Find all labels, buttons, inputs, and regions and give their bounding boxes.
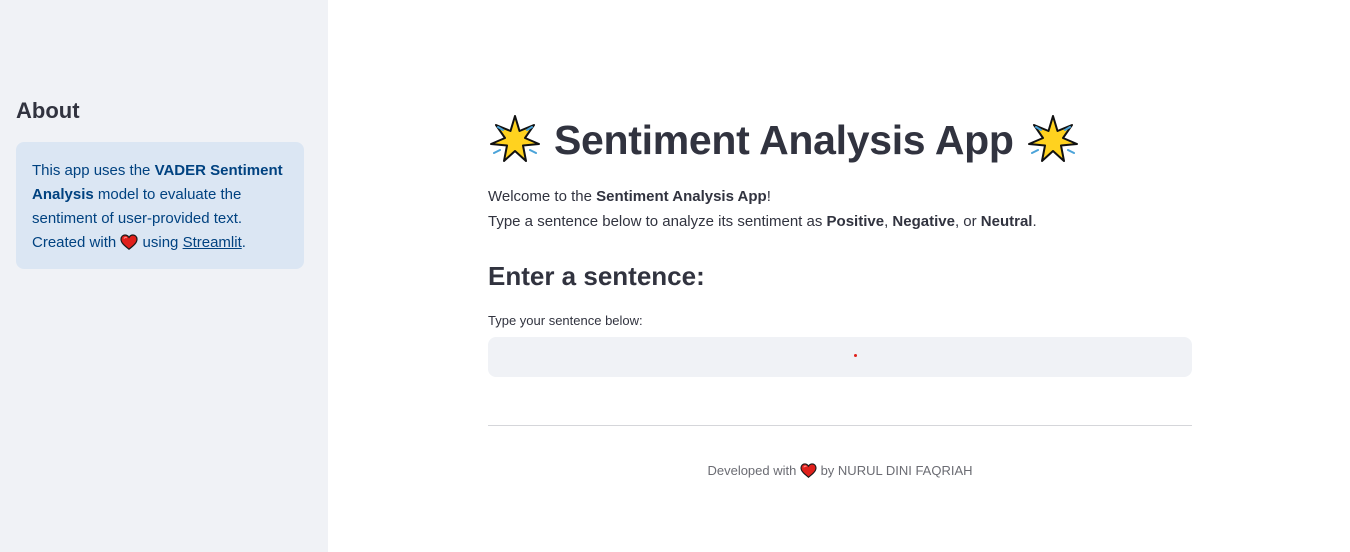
sidebar-title: About — [16, 98, 80, 123]
intro-line-welcome: Welcome to the Sentiment Analysis App! — [488, 184, 1192, 209]
sidebar: About This app uses the VADER Sentiment … — [0, 0, 328, 552]
page-title: Sentiment Analysis App — [554, 116, 1014, 163]
heart-icon — [120, 234, 138, 258]
info-text: using — [138, 234, 183, 251]
label-positive: Positive — [826, 213, 885, 230]
intro-text-part: ! — [766, 188, 771, 205]
intro-text-part: Welcome to the — [488, 188, 597, 205]
info-text: This app uses the — [32, 162, 155, 179]
sentence-input[interactable] — [488, 337, 1192, 377]
intro-text-part: , or — [954, 213, 981, 230]
intro-text-part: . — [1032, 213, 1037, 230]
about-info-box: This app uses the VADER Sentiment Analys… — [16, 142, 304, 269]
loading-indicator-dot — [854, 354, 857, 357]
label-neutral: Neutral — [980, 213, 1033, 230]
footer-credit: by NURUL DINI FAQRIAH — [816, 463, 973, 478]
info-text: . — [241, 234, 246, 251]
title-row: Sentiment Analysis App — [488, 112, 1080, 168]
intro-line-instructions: Type a sentence below to analyze its sen… — [488, 209, 1192, 234]
intro-text-part: Type a sentence below to analyze its sen… — [488, 213, 827, 230]
sentence-input-label: Type your sentence below: — [488, 313, 643, 328]
footer: Developed with by NURUL DINI FAQRIAH — [488, 462, 1192, 483]
streamlit-link[interactable]: Streamlit — [183, 234, 242, 251]
intro-text: Welcome to the Sentiment Analysis App! T… — [488, 184, 1192, 234]
intro-app-name: Sentiment Analysis App — [596, 188, 767, 205]
app-root: About This app uses the VADER Sentiment … — [0, 0, 1350, 552]
footer-text: Developed with — [707, 463, 800, 478]
sparkle-star-icon — [488, 113, 542, 167]
main-content: Sentiment Analysis App Welcome to the Se… — [488, 0, 1192, 552]
footer-divider — [488, 425, 1192, 426]
heart-icon — [800, 463, 817, 483]
sparkle-star-icon — [1026, 113, 1080, 167]
label-negative: Negative — [892, 213, 955, 230]
input-section-heading: Enter a sentence: — [488, 261, 705, 291]
